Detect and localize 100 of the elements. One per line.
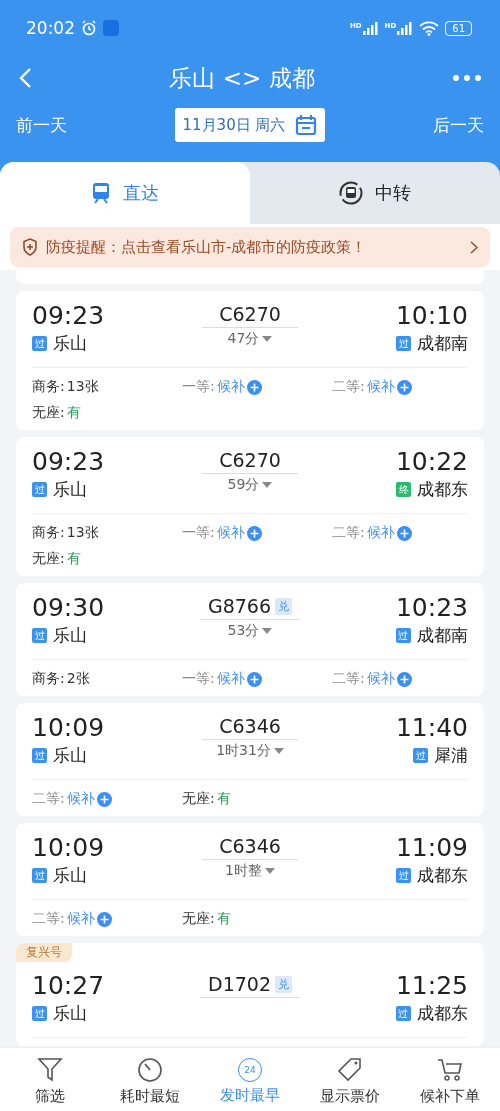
departure-station: 乐山 (53, 624, 87, 647)
train-number: G8766 (207, 595, 272, 617)
caret-down-icon[interactable] (262, 336, 273, 342)
exchange-badge: 兑 (275, 597, 293, 615)
chevron-right-icon (470, 240, 478, 254)
seat-class-label: 二等: (332, 524, 365, 542)
seat-availability: 有 (216, 790, 231, 808)
bottom-nav-item[interactable]: 候补下单 (400, 1048, 500, 1111)
date-picker[interactable]: 11月30日 周六 (174, 108, 326, 142)
seat-availability: 有 (66, 404, 81, 422)
station-tag: 过 (32, 1006, 47, 1021)
seat-availability: 候补 (366, 378, 395, 396)
departure-station: 乐山 (53, 478, 87, 501)
travel-duration: 1时31分 (216, 742, 271, 760)
station-tag: 过 (32, 628, 47, 643)
seat-class-label: 二等: (32, 910, 65, 928)
battery-level: 61 (445, 20, 472, 36)
station-tag: 过 (32, 868, 47, 883)
bottom-nav-item[interactable]: 耗时最短 (100, 1048, 200, 1111)
travel-duration: 59分 (227, 476, 260, 494)
notice-text: 防疫提醒：点击查看乐山市-成都市的防疫政策！ (46, 237, 368, 257)
departure-station: 乐山 (53, 332, 87, 355)
train-card[interactable]: 复兴号 10:27 过 乐山 D1702 兑 11:25 过 成都东 (16, 943, 484, 1046)
wifi-icon (419, 20, 440, 36)
signal-icon (362, 21, 379, 35)
arrival-station: 犀浦 (434, 744, 468, 767)
arrival-station: 成都东 (417, 864, 468, 887)
seat-class-label: 无座: (182, 910, 215, 928)
caret-down-icon[interactable] (273, 748, 284, 754)
train-number: C6346 (219, 715, 281, 737)
more-icon[interactable] (452, 74, 482, 82)
train-icon (91, 182, 111, 204)
seat-class-label: 一等: (182, 670, 215, 688)
departure-time: 10:09 (32, 833, 106, 862)
plus-icon[interactable] (96, 911, 112, 927)
plus-icon[interactable] (396, 379, 412, 395)
arrival-time: 11:25 (395, 971, 468, 1000)
calendar-icon (295, 114, 318, 136)
plus-icon[interactable] (246, 379, 262, 395)
train-number: C6270 (219, 303, 281, 325)
plus-icon[interactable] (396, 671, 412, 687)
station-tag: 过 (32, 748, 47, 763)
travel-duration: 47分 (227, 330, 260, 348)
train-card[interactable]: 10:09 过 乐山 C6346 1时整 11:09 过 成都东 二等:候补 无座:有 (16, 823, 484, 936)
transfer-icon (339, 181, 363, 205)
cart-icon (437, 1056, 463, 1083)
seat-availability: 候补 (216, 670, 245, 688)
seat-availability: 候补 (216, 378, 245, 396)
seat-class-label: 一等: (182, 378, 215, 396)
plus-icon[interactable] (246, 525, 262, 541)
arrival-station: 成都东 (417, 478, 468, 501)
seat-availability: 候补 (216, 524, 245, 542)
arrival-station: 成都东 (417, 1002, 468, 1025)
plus-icon[interactable] (246, 671, 262, 687)
seat-class-label: 二等: (332, 378, 365, 396)
seat-class-label: 无座: (32, 404, 65, 422)
mode-tab[interactable]: 直达 (0, 162, 250, 224)
departure-time: 09:23 (32, 447, 106, 476)
plus-icon[interactable] (396, 525, 412, 541)
seat-availability: 候补 (66, 910, 95, 928)
seat-class-label: 二等: (32, 790, 65, 808)
caret-down-icon[interactable] (262, 482, 273, 488)
status-time: 20:02 (26, 18, 75, 38)
seat-availability: 有 (216, 910, 231, 928)
notice-banner[interactable]: 防疫提醒：点击查看乐山市-成都市的防疫政策！ (10, 227, 490, 267)
station-tag: 过 (396, 868, 411, 883)
timer-icon (137, 1056, 163, 1083)
train-card[interactable]: 10:09 过 乐山 C6346 1时31分 11:40 过 犀浦 二等:候补 无座:有 (16, 703, 484, 816)
arrival-time: 11:09 (395, 833, 468, 862)
seat-availability: 13张 (66, 524, 99, 542)
bottom-nav-item[interactable]: 筛选 (0, 1048, 100, 1111)
station-tag: 过 (396, 336, 411, 351)
exchange-badge: 兑 (275, 975, 292, 993)
back-icon[interactable] (18, 67, 32, 89)
seat-availability: 13张 (66, 378, 99, 396)
station-tag: 过 (396, 1006, 411, 1021)
train-card[interactable]: 09:23 过 乐山 C6270 59分 10:22 终 成都东 商务:13张 一等:候补 二等:候补 无座:有 (16, 437, 484, 576)
departure-time: 10:09 (32, 713, 106, 742)
arrival-time: 10:23 (395, 593, 468, 622)
station-tag: 过 (32, 336, 47, 351)
arrival-time: 10:22 (395, 447, 468, 476)
seat-availability: 有 (66, 550, 81, 568)
departure-station: 乐山 (53, 864, 87, 887)
train-number: D1702 (208, 973, 271, 995)
train-number: C6346 (219, 835, 281, 857)
seat-class-label: 商务: (32, 670, 65, 688)
seat-class-label: 商务: (32, 378, 65, 396)
plus-icon[interactable] (96, 791, 112, 807)
mode-tab[interactable]: 中转 (250, 162, 500, 224)
caret-down-icon[interactable] (264, 868, 275, 874)
seat-class-label: 商务: (32, 524, 65, 542)
bottom-nav-item[interactable]: 显示票价 (300, 1048, 400, 1111)
arrival-station: 成都南 (417, 624, 468, 647)
travel-duration: 1时整 (225, 862, 262, 880)
train-card[interactable]: 09:23 过 乐山 C6270 47分 10:10 过 成都南 商务:13张 一等:候补 二等:候补 无座:有 (16, 291, 484, 430)
train-number: C6270 (219, 449, 281, 471)
train-card[interactable]: 09:30 过 乐山 G8766 兑 53分 10:23 过 成都南 商务:2张 一等:候补 二等:候补 (16, 583, 484, 696)
seat-class-label: 二等: (332, 670, 365, 688)
caret-down-icon[interactable] (262, 628, 273, 634)
travel-duration: 53分 (227, 622, 260, 640)
